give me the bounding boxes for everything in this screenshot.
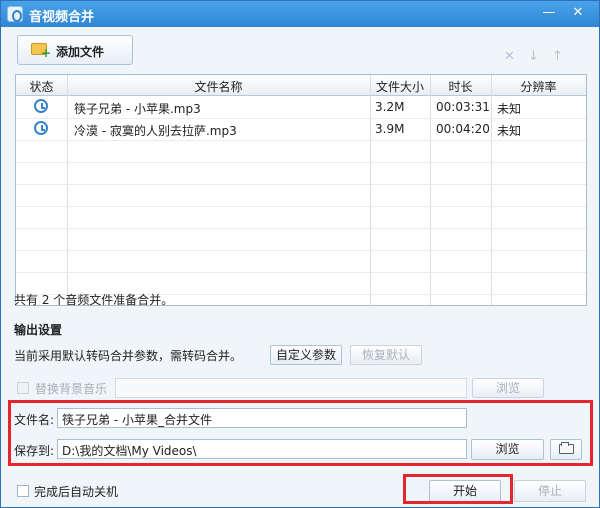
column-filename[interactable]: 文件名称 <box>67 78 370 95</box>
restore-default-button[interactable]: 恢复默认 <box>350 345 422 365</box>
file-duration: 00:03:31 <box>436 100 490 114</box>
bg-music-label: 替换背景音乐 <box>35 382 108 396</box>
bg-music-checkbox[interactable] <box>17 382 29 394</box>
file-resolution: 未知 <box>497 124 522 138</box>
output-settings-title: 输出设置 <box>14 323 63 337</box>
audio-video-merge-window: 音视频合并 — ✕ 添加文件 ✕ ↓ ↑ 状态 文件名称 文件大小 时长 分辨率 <box>0 0 600 508</box>
move-up-icon[interactable]: ↑ <box>552 49 563 64</box>
empty-row <box>16 250 586 273</box>
bg-music-browse-button[interactable]: 浏览 <box>472 378 544 398</box>
file-name: 冷漠 - 寂寞的人别去拉萨.mp3 <box>74 124 237 138</box>
empty-row <box>16 140 586 163</box>
column-resolution[interactable]: 分辨率 <box>491 78 586 95</box>
file-table: 状态 文件名称 文件大小 时长 分辨率 筷子兄弟 - 小苹果.mp3 3.2M … <box>15 74 587 306</box>
minimize-button[interactable]: — <box>539 4 559 22</box>
file-name: 筷子兄弟 - 小苹果.mp3 <box>74 102 201 116</box>
file-size: 3.9M <box>375 122 405 136</box>
highlight-start-box <box>403 474 513 504</box>
bg-music-input[interactable] <box>115 378 467 398</box>
add-folder-icon <box>31 43 51 60</box>
empty-row <box>16 162 586 185</box>
add-file-label: 添加文件 <box>56 45 105 59</box>
highlight-output-path-box <box>8 400 593 466</box>
app-icon <box>7 6 23 22</box>
move-down-icon[interactable]: ↓ <box>528 49 539 64</box>
file-resolution: 未知 <box>497 102 522 116</box>
stop-button[interactable]: 停止 <box>514 480 586 502</box>
column-status[interactable]: 状态 <box>16 78 67 95</box>
summary-text: 共有 2 个音频文件准备合并。 <box>14 293 174 307</box>
file-duration: 00:04:20 <box>436 122 490 136</box>
title-bar: 音视频合并 — ✕ <box>1 1 599 27</box>
clock-icon <box>34 121 48 135</box>
custom-params-button[interactable]: 自定义参数 <box>270 345 342 365</box>
output-description: 当前采用默认转码合并参数，需转码合并。 <box>14 349 243 363</box>
auto-shutdown-checkbox[interactable] <box>17 485 29 497</box>
empty-row <box>16 206 586 229</box>
file-size: 3.2M <box>375 100 405 114</box>
empty-row <box>16 228 586 251</box>
empty-row <box>16 184 586 207</box>
clock-icon <box>34 99 48 113</box>
table-header: 状态 文件名称 文件大小 时长 分辨率 <box>16 75 586 96</box>
close-button[interactable]: ✕ <box>568 4 588 22</box>
auto-shutdown-label: 完成后自动关机 <box>34 485 119 499</box>
delete-icon[interactable]: ✕ <box>504 49 515 64</box>
column-size[interactable]: 文件大小 <box>370 78 430 95</box>
table-row[interactable]: 筷子兄弟 - 小苹果.mp3 3.2M 00:03:31 未知 <box>16 96 586 119</box>
window-title: 音视频合并 <box>29 10 95 25</box>
add-file-button[interactable]: 添加文件 <box>17 35 133 65</box>
table-row[interactable]: 冷漠 - 寂寞的人别去拉萨.mp3 3.9M 00:04:20 未知 <box>16 118 586 141</box>
column-duration[interactable]: 时长 <box>430 78 491 95</box>
